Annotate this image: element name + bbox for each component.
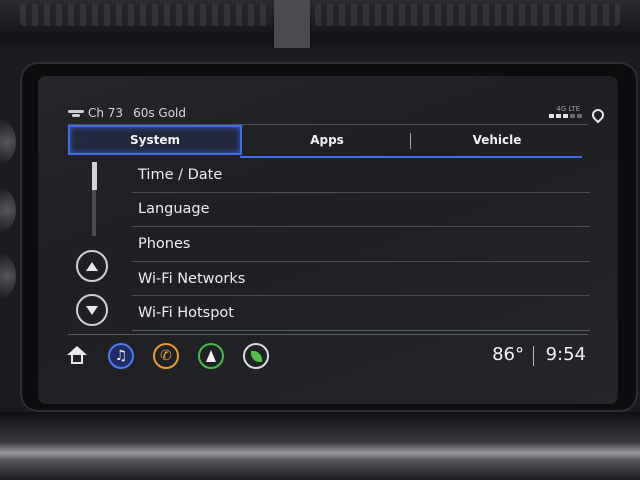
clock: 9:54 bbox=[545, 344, 586, 365]
nav-arrow-shape bbox=[206, 350, 216, 362]
vent-divider bbox=[274, 0, 310, 48]
signal-bar bbox=[577, 114, 582, 118]
side-knob-3[interactable] bbox=[0, 254, 16, 298]
outside-temperature: 86° bbox=[492, 344, 524, 365]
list-item-label: Language bbox=[138, 201, 210, 218]
signal-bar bbox=[570, 114, 575, 118]
signal-bar bbox=[563, 114, 568, 118]
bottom-bar-divider bbox=[68, 334, 588, 335]
tab-apps[interactable]: Apps bbox=[242, 125, 412, 155]
status-bar: Ch 73 60s Gold bbox=[68, 104, 186, 122]
eco-leaf-icon[interactable] bbox=[243, 343, 269, 369]
arrow-up-icon bbox=[86, 261, 98, 271]
list-item-language[interactable]: Language bbox=[132, 193, 590, 228]
signal-bar bbox=[556, 114, 561, 118]
music-glyph: ♫ bbox=[114, 348, 128, 364]
side-knob-2[interactable] bbox=[0, 188, 16, 232]
home-icon[interactable] bbox=[66, 346, 88, 366]
signal-strength-icon bbox=[549, 114, 582, 118]
temp-time-separator bbox=[533, 346, 534, 366]
scrollbar-thumb[interactable] bbox=[92, 162, 97, 190]
navigation-arrow-icon[interactable] bbox=[198, 343, 224, 369]
tab-system[interactable]: System bbox=[68, 125, 242, 155]
list-item-wifi-networks[interactable]: Wi-Fi Networks bbox=[132, 262, 590, 297]
location-pin-icon bbox=[589, 106, 607, 124]
signal-bar bbox=[549, 114, 554, 118]
phone-icon[interactable]: ✆ bbox=[153, 343, 179, 369]
bottom-bar: ♫ ✆ 86° 9:54 bbox=[66, 338, 590, 374]
list-item-wifi-hotspot[interactable]: Wi-Fi Hotspot bbox=[132, 296, 590, 331]
list-item-label: Phones bbox=[138, 235, 191, 252]
dashboard-bottom-trim bbox=[0, 412, 640, 480]
radio-channel: Ch 73 bbox=[88, 106, 124, 120]
scroll-down-button[interactable] bbox=[76, 294, 108, 326]
list-item-time-date[interactable]: Time / Date bbox=[132, 158, 590, 193]
arrow-down-icon bbox=[86, 305, 98, 315]
tab-separator bbox=[410, 133, 411, 149]
tab-vehicle[interactable]: Vehicle bbox=[412, 125, 582, 155]
air-vent-left bbox=[20, 4, 270, 26]
side-knob-1[interactable] bbox=[0, 120, 16, 164]
dashboard-top-trim bbox=[0, 0, 640, 62]
phone-glyph: ✆ bbox=[160, 348, 172, 364]
leaf-shape bbox=[250, 350, 262, 362]
radio-station: 60s Gold bbox=[133, 106, 187, 120]
list-item-label: Wi-Fi Networks bbox=[138, 270, 246, 287]
list-item-label: Wi-Fi Hotspot bbox=[138, 305, 234, 322]
infotainment-screen: Ch 73 60s Gold 4G LTE System Apps Vehicl… bbox=[38, 76, 618, 404]
scroll-up-button[interactable] bbox=[76, 250, 108, 282]
settings-tabs: System Apps Vehicle bbox=[68, 125, 582, 155]
list-item-phones[interactable]: Phones bbox=[132, 227, 590, 262]
list-item-label: Time / Date bbox=[138, 166, 223, 183]
system-settings-list: Time / Date Language Phones Wi-Fi Networ… bbox=[132, 158, 590, 331]
music-note-icon[interactable]: ♫ bbox=[108, 343, 134, 369]
satellite-radio-icon bbox=[68, 108, 84, 118]
network-type: 4G LTE bbox=[556, 105, 580, 113]
air-vent-right bbox=[315, 4, 620, 26]
